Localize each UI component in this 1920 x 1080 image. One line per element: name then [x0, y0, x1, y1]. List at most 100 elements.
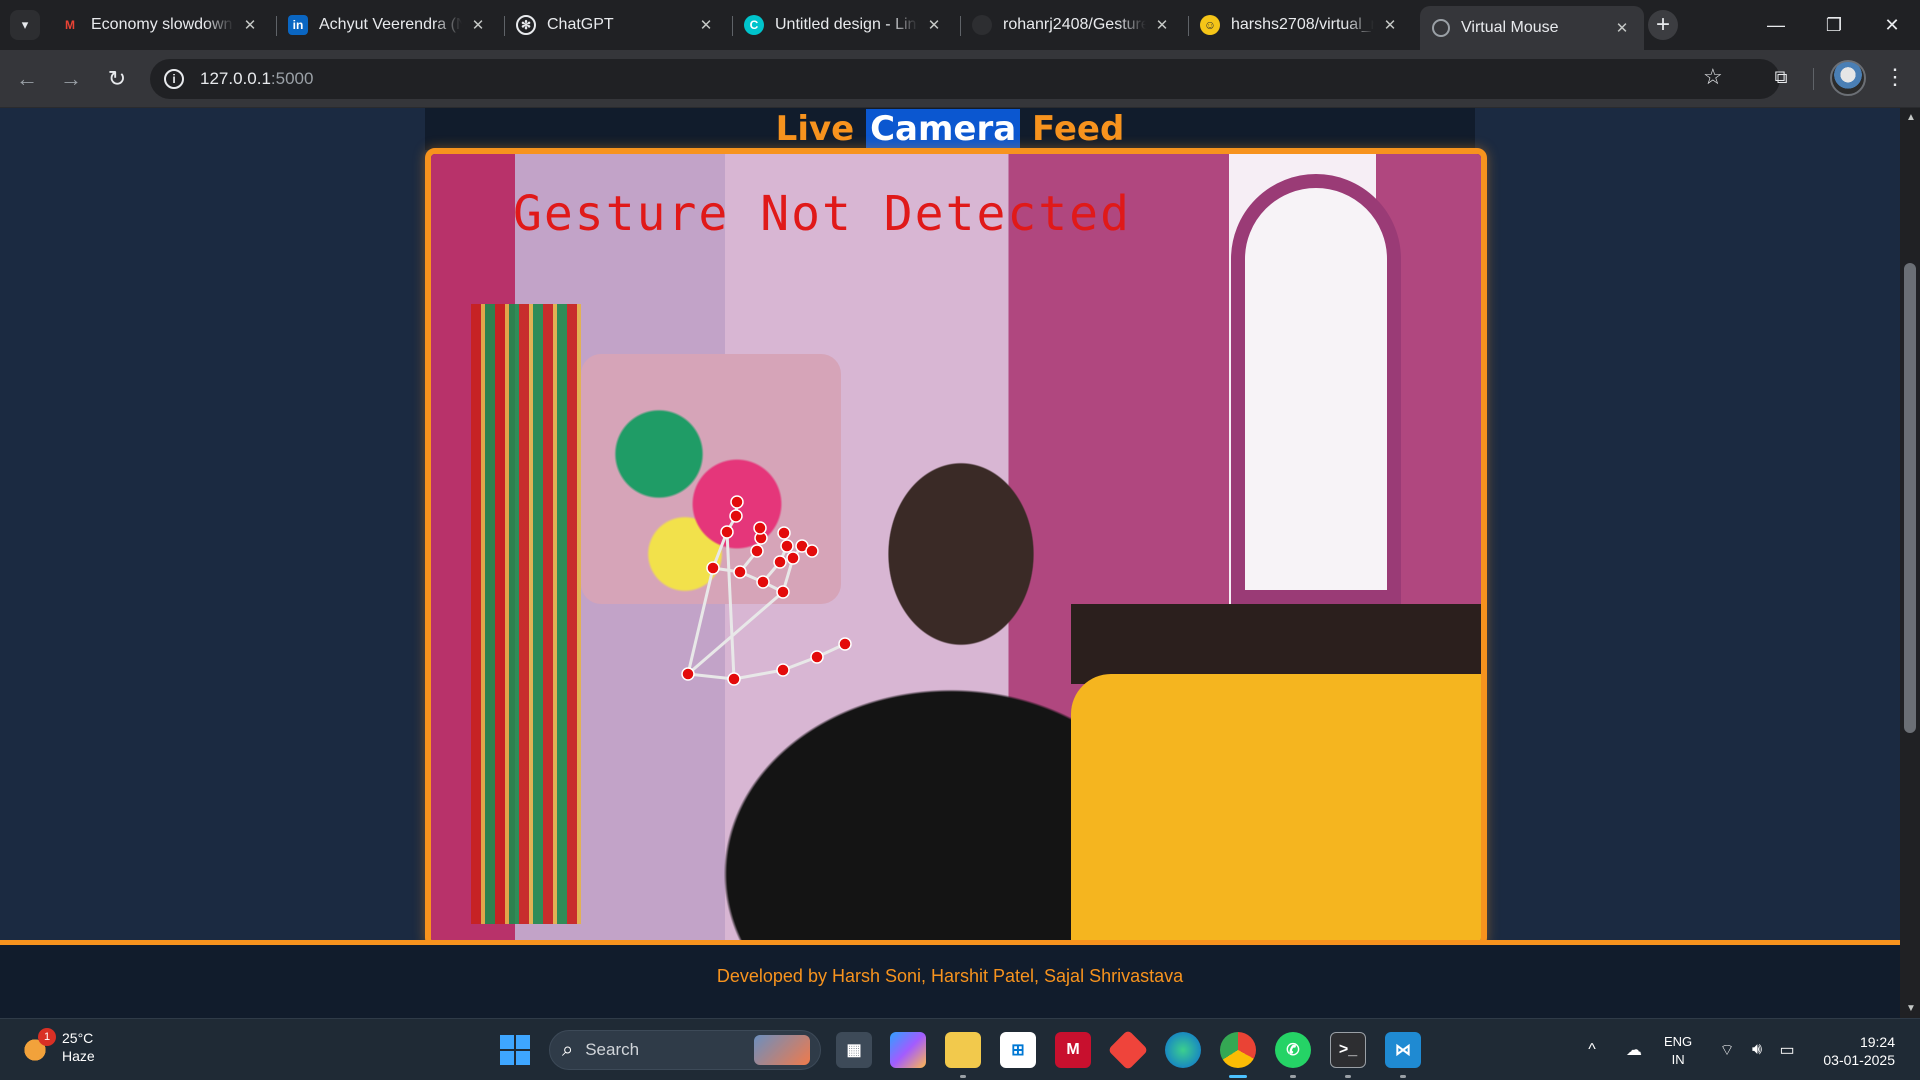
start-button[interactable] — [500, 1035, 530, 1065]
windows-logo-icon — [516, 1035, 530, 1049]
camera-feed: Gesture Not Detected — [431, 154, 1481, 942]
profile-avatar[interactable] — [1830, 60, 1866, 96]
tab-chatgpt[interactable]: ✻ ChatGPT ✕ — [504, 6, 728, 44]
tab-search-button[interactable]: ▾ — [10, 10, 40, 40]
region-code: IN — [1671, 1052, 1685, 1067]
chrome-icon[interactable] — [1220, 1032, 1256, 1068]
restore-button[interactable]: ❐ — [1806, 0, 1862, 50]
minimize-icon: — — [1767, 14, 1785, 35]
title-highlight: Camera — [866, 109, 1021, 149]
running-indicator — [1400, 1075, 1406, 1078]
address-bar[interactable]: i 127.0.0.1:5000 — [150, 59, 1780, 99]
whatsapp-icon[interactable]: ✆ — [1275, 1032, 1311, 1068]
vscode-icon[interactable]: ⋈ — [1385, 1032, 1421, 1068]
show-hidden-icons-chevron[interactable]: ^ — [1580, 1019, 1604, 1080]
footer-credits: Developed by Harsh Soni, Harshit Patel, … — [716, 966, 1184, 986]
linkedin-icon: in — [288, 15, 308, 35]
mcafee-icon[interactable]: M — [1055, 1032, 1091, 1068]
title-prefix: Live — [775, 109, 867, 149]
tab-title: rohanrj2408/Gesture — [1003, 16, 1146, 33]
system-clock[interactable]: 19:24 03-01-2025 — [1815, 1033, 1895, 1069]
title-suffix: Feed — [1020, 109, 1125, 149]
plus-icon: + — [1655, 11, 1670, 38]
wifi-icon[interactable]: ⌔ — [1714, 1019, 1740, 1080]
volume-icon[interactable]: 🔊︎ — [1744, 1019, 1770, 1080]
info-icon[interactable]: i — [164, 69, 184, 89]
scroll-down-icon[interactable]: ▼ — [1906, 1003, 1916, 1014]
windows-logo-icon — [500, 1035, 514, 1049]
search-highlight-image — [754, 1035, 810, 1065]
close-icon[interactable]: ✕ — [924, 16, 944, 34]
close-icon[interactable]: ✕ — [1152, 16, 1172, 34]
restore-icon: ❐ — [1825, 14, 1843, 35]
language-code: ENG — [1664, 1034, 1693, 1049]
search-icon: ⌕ — [562, 1038, 574, 1061]
tab-linkedin[interactable]: in Achyut Veerendra (N ✕ — [276, 6, 500, 44]
arrow-right-icon: → — [60, 66, 82, 91]
running-indicator — [960, 1075, 966, 1078]
bookmark-star-icon[interactable]: ☆ — [1703, 64, 1723, 90]
notification-badge: 1 — [38, 1028, 56, 1046]
page-viewport: Live Camera Feed Gesture Not Detected De… — [0, 108, 1900, 1018]
page-title: Live Camera Feed — [425, 108, 1475, 150]
tab-github-virtual[interactable]: ☺ harshs2708/virtual_m ✕ — [1188, 6, 1412, 44]
scrollbar-thumb[interactable] — [1904, 263, 1916, 733]
browser-toolbar: ← → ↻ i 127.0.0.1:5000 ☆ ⧉ ⋮ — [0, 50, 1920, 108]
gmail-icon: M — [65, 18, 75, 32]
globe-icon — [1432, 19, 1450, 37]
tab-title: Economy slowdown s — [91, 16, 234, 33]
menu-kebab-icon[interactable]: ⋮ — [1884, 64, 1906, 90]
extensions-icon[interactable]: ⧉ — [1768, 64, 1794, 90]
tab-github-gesture[interactable]: rohanrj2408/Gesture ✕ — [960, 6, 1184, 44]
minimize-button[interactable]: — — [1748, 0, 1804, 50]
close-icon[interactable]: ✕ — [1612, 19, 1632, 37]
close-icon[interactable]: ✕ — [696, 16, 716, 34]
anydesk-icon[interactable] — [1107, 1029, 1149, 1071]
page-header: Live Camera Feed — [425, 108, 1475, 150]
battery-icon[interactable]: ▭ — [1774, 1019, 1800, 1080]
new-tab-button[interactable]: + — [1648, 10, 1678, 40]
edge-icon[interactable] — [1165, 1032, 1201, 1068]
task-view-icon[interactable]: ▦ — [836, 1032, 872, 1068]
reload-icon: ↻ — [107, 66, 127, 91]
tab-strip: ▾ M Economy slowdown s ✕ in Achyut Veere… — [0, 0, 1920, 50]
close-icon[interactable]: ✕ — [468, 16, 488, 34]
github-icon — [972, 15, 992, 35]
page-scrollbar[interactable]: ▲ ▼ — [1900, 108, 1920, 1018]
hand-landmark-overlay — [681, 495, 852, 686]
terminal-icon[interactable]: >_ — [1330, 1032, 1366, 1068]
taskbar-search[interactable]: ⌕ Search — [549, 1030, 821, 1070]
weather-haze-icon: 1 — [20, 1028, 56, 1062]
tab-virtual-mouse[interactable]: Virtual Mouse ✕ — [1420, 6, 1644, 50]
tab-canva[interactable]: C Untitled design - Link ✕ — [732, 6, 956, 44]
github-icon: ☺ — [1200, 15, 1220, 35]
forward-button[interactable]: → — [56, 64, 86, 94]
tab-title: Virtual Mouse — [1461, 19, 1559, 36]
running-indicator — [1345, 1075, 1351, 1078]
close-icon[interactable]: ✕ — [240, 16, 260, 34]
microsoft-store-icon[interactable]: ⊞ — [1000, 1032, 1036, 1068]
tab-gmail[interactable]: M Economy slowdown s ✕ — [48, 6, 272, 44]
input-language[interactable]: ENG IN — [1664, 1033, 1692, 1069]
url-port: :5000 — [270, 69, 314, 88]
toolbar-separator — [1813, 68, 1814, 90]
onedrive-icon[interactable]: ☁ — [1620, 1019, 1648, 1080]
canva-icon: C — [744, 15, 764, 35]
tab-title: Achyut Veerendra (N — [319, 16, 462, 33]
close-icon[interactable]: ✕ — [1380, 16, 1400, 34]
running-indicator — [1290, 1075, 1296, 1078]
arrow-left-icon: ← — [16, 66, 38, 91]
scroll-up-icon[interactable]: ▲ — [1906, 112, 1916, 123]
copilot-icon[interactable] — [890, 1032, 926, 1068]
windows-taskbar: 1 25°C Haze ⌕ Search ▦ ⊞ M ✆ >_ ⋈ ^ ☁ EN… — [0, 1018, 1920, 1080]
clock-time: 19:24 — [1859, 1034, 1895, 1050]
back-button[interactable]: ← — [12, 64, 42, 94]
reload-button[interactable]: ↻ — [102, 64, 132, 94]
file-explorer-icon[interactable] — [945, 1032, 981, 1068]
close-icon: ✕ — [1884, 14, 1900, 35]
window-close-button[interactable]: ✕ — [1864, 0, 1920, 50]
search-placeholder: Search — [585, 1040, 640, 1059]
camera-frame: Gesture Not Detected — [425, 148, 1487, 948]
weather-widget[interactable]: 1 25°C Haze — [20, 1028, 95, 1065]
weather-temperature: 25°C — [62, 1030, 94, 1046]
